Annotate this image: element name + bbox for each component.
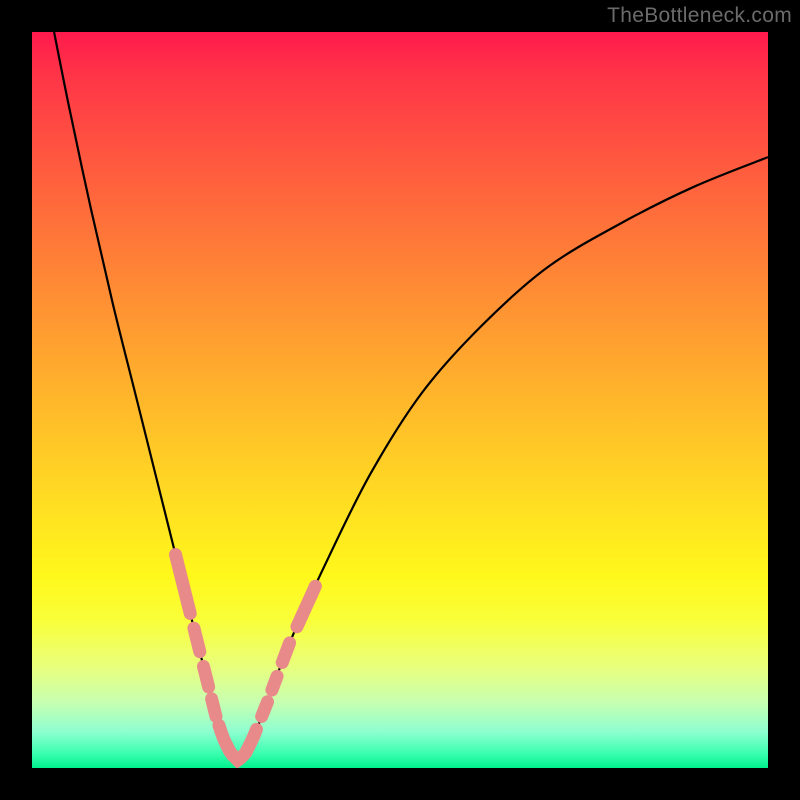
- watermark-label: TheBottleneck.com: [607, 4, 792, 28]
- curve-highlight-markers: [176, 555, 316, 761]
- curve-line: [54, 32, 768, 761]
- highlight-segment: [272, 676, 277, 690]
- highlight-segment: [194, 628, 200, 652]
- highlight-segment: [219, 725, 257, 760]
- highlight-segment: [262, 702, 268, 717]
- plot-area: [32, 32, 768, 768]
- bottleneck-curve: [32, 32, 768, 768]
- highlight-segment: [297, 586, 315, 626]
- highlight-segment: [203, 666, 208, 687]
- highlight-segment: [282, 643, 289, 663]
- chart-frame: TheBottleneck.com: [0, 0, 800, 800]
- highlight-segment: [212, 699, 216, 717]
- highlight-segment: [176, 555, 191, 614]
